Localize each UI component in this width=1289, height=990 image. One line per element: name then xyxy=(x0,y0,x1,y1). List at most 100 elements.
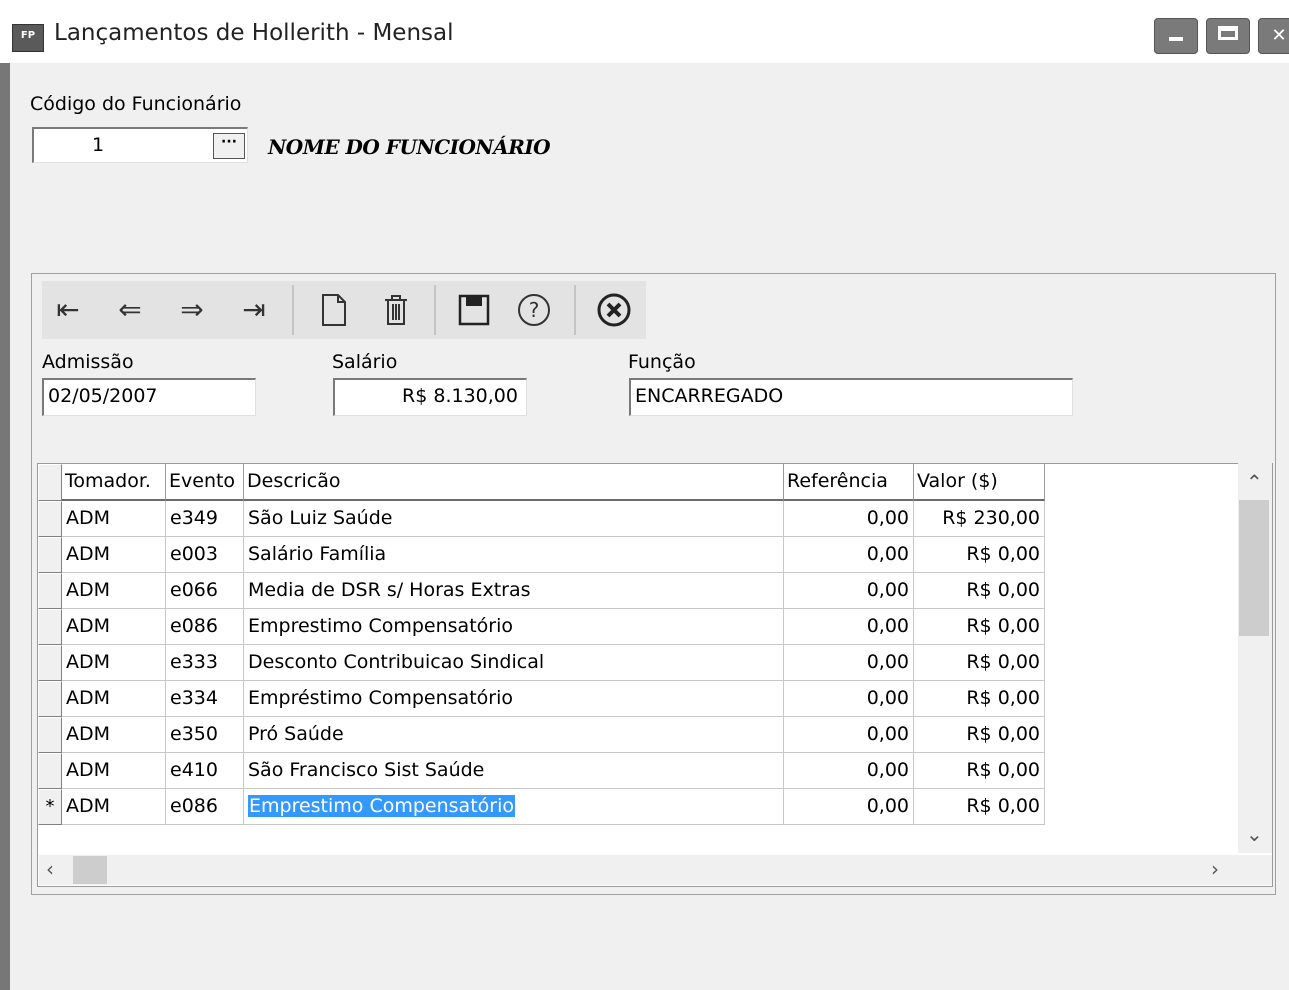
header-indicator xyxy=(38,464,62,501)
help-button[interactable]: ? xyxy=(510,287,558,333)
cell-referencia[interactable]: 0,00 xyxy=(784,753,914,789)
cell-descricao[interactable]: Emprestimo Compensatório xyxy=(244,789,784,825)
cell-valor[interactable]: R$ 0,00 xyxy=(914,753,1045,789)
cell-tomador[interactable]: ADM xyxy=(62,717,166,753)
admissao-value: 02/05/2007 xyxy=(48,385,158,407)
employee-lookup-button[interactable]: ··· xyxy=(213,133,245,159)
previous-record-button[interactable]: ⇐ xyxy=(106,287,154,333)
funcao-value: ENCARREGADO xyxy=(635,385,784,407)
cell-valor[interactable]: R$ 230,00 xyxy=(914,501,1045,537)
cell-tomador[interactable]: ADM xyxy=(62,573,166,609)
salario-field[interactable]: R$ 8.130,00 xyxy=(333,378,527,416)
cell-evento[interactable]: e086 xyxy=(166,609,244,645)
cell-descricao[interactable]: Media de DSR s/ Horas Extras xyxy=(244,573,784,609)
cell-evento[interactable]: e410 xyxy=(166,753,244,789)
scroll-left-icon[interactable]: ‹ xyxy=(46,857,54,881)
column-header-valor[interactable]: Valor ($) xyxy=(914,464,1045,501)
previous-record-icon: ⇐ xyxy=(118,293,142,326)
cell-referencia[interactable]: 0,00 xyxy=(784,645,914,681)
cell-evento[interactable]: e333 xyxy=(166,645,244,681)
next-record-button[interactable]: ⇒ xyxy=(168,287,216,333)
cell-descricao[interactable]: São Francisco Sist Saúde xyxy=(244,753,784,789)
cell-evento[interactable]: e350 xyxy=(166,717,244,753)
employee-name: NOME DO FUNCIONÁRIO xyxy=(268,135,551,159)
cell-referencia[interactable]: 0,00 xyxy=(784,609,914,645)
column-header-tomador[interactable]: Tomador. xyxy=(62,464,166,501)
row-indicator[interactable] xyxy=(38,609,62,645)
app-icon: FP xyxy=(12,24,44,52)
cell-valor[interactable]: R$ 0,00 xyxy=(914,789,1045,825)
horizontal-scroll-thumb[interactable] xyxy=(73,856,107,884)
column-header-evento[interactable]: Evento xyxy=(166,464,244,501)
close-form-button[interactable] xyxy=(590,287,638,333)
cell-tomador[interactable]: ADM xyxy=(62,537,166,573)
cell-evento[interactable]: e349 xyxy=(166,501,244,537)
cell-referencia[interactable]: 0,00 xyxy=(784,681,914,717)
row-indicator[interactable] xyxy=(38,717,62,753)
cell-referencia[interactable]: 0,00 xyxy=(784,573,914,609)
cell-evento[interactable]: e334 xyxy=(166,681,244,717)
cell-descricao[interactable]: Salário Família xyxy=(244,537,784,573)
cell-valor[interactable]: R$ 0,00 xyxy=(914,573,1045,609)
cell-descricao[interactable]: Pró Saúde xyxy=(244,717,784,753)
cell-tomador[interactable]: ADM xyxy=(62,789,166,825)
cell-evento[interactable]: e086 xyxy=(166,789,244,825)
cell-referencia[interactable]: 0,00 xyxy=(784,537,914,573)
row-indicator[interactable] xyxy=(38,753,62,789)
minimize-button[interactable] xyxy=(1154,18,1198,54)
employee-code-value: 1 xyxy=(92,134,105,156)
cell-valor[interactable]: R$ 0,00 xyxy=(914,645,1045,681)
cell-descricao[interactable]: Desconto Contribuicao Sindical xyxy=(244,645,784,681)
close-circle-icon xyxy=(597,293,631,327)
row-indicator[interactable] xyxy=(38,573,62,609)
scroll-down-icon[interactable]: ⌄ xyxy=(1246,822,1263,846)
admissao-field[interactable]: 02/05/2007 xyxy=(42,378,256,416)
save-icon xyxy=(458,294,490,326)
cell-valor[interactable]: R$ 0,00 xyxy=(914,537,1045,573)
close-button[interactable]: ✕ xyxy=(1258,18,1289,54)
cell-valor[interactable]: R$ 0,00 xyxy=(914,681,1045,717)
title-bar: FP Lançamentos de Hollerith - Mensal ✕ xyxy=(0,0,1289,63)
row-indicator[interactable] xyxy=(38,537,62,573)
admissao-label: Admissão xyxy=(42,351,134,373)
minimize-icon xyxy=(1169,37,1183,41)
scroll-up-icon[interactable]: ⌃ xyxy=(1246,470,1263,494)
new-record-button[interactable] xyxy=(310,287,358,333)
row-indicator[interactable] xyxy=(38,681,62,717)
scroll-right-icon[interactable]: › xyxy=(1211,857,1219,881)
maximize-button[interactable] xyxy=(1206,18,1250,54)
row-indicator[interactable] xyxy=(38,645,62,681)
employee-code-label: Código do Funcionário xyxy=(30,93,242,115)
cell-tomador[interactable]: ADM xyxy=(62,753,166,789)
cell-evento[interactable]: e003 xyxy=(166,537,244,573)
cell-valor[interactable]: R$ 0,00 xyxy=(914,717,1045,753)
next-record-icon: ⇒ xyxy=(180,293,204,326)
cell-tomador[interactable]: ADM xyxy=(62,645,166,681)
cell-tomador[interactable]: ADM xyxy=(62,681,166,717)
horizontal-scrollbar[interactable] xyxy=(39,855,1272,885)
cell-descricao[interactable]: Emprestimo Compensatório xyxy=(244,609,784,645)
save-button[interactable] xyxy=(450,287,498,333)
column-header-descricao[interactable]: Descricão xyxy=(244,464,784,501)
toolbar-separator xyxy=(574,285,576,335)
cell-tomador[interactable]: ADM xyxy=(62,609,166,645)
funcao-label: Função xyxy=(628,351,696,373)
cell-referencia[interactable]: 0,00 xyxy=(784,717,914,753)
row-indicator[interactable] xyxy=(38,501,62,537)
events-grid[interactable]: Tomador. Evento Descricão Referência Val… xyxy=(37,463,1273,887)
cell-referencia[interactable]: 0,00 xyxy=(784,501,914,537)
cell-descricao[interactable]: São Luiz Saúde xyxy=(244,501,784,537)
funcao-field[interactable]: ENCARREGADO xyxy=(629,378,1073,416)
vertical-scroll-thumb[interactable] xyxy=(1239,500,1269,636)
cell-valor[interactable]: R$ 0,00 xyxy=(914,609,1045,645)
delete-icon xyxy=(385,295,407,325)
last-record-button[interactable]: ⇥ xyxy=(230,287,278,333)
delete-record-button[interactable] xyxy=(372,287,420,333)
cell-referencia[interactable]: 0,00 xyxy=(784,789,914,825)
first-record-button[interactable]: ⇤ xyxy=(44,287,92,333)
cell-evento[interactable]: e066 xyxy=(166,573,244,609)
cell-tomador[interactable]: ADM xyxy=(62,501,166,537)
cell-descricao[interactable]: Empréstimo Compensatório xyxy=(244,681,784,717)
row-indicator[interactable]: * xyxy=(38,789,62,825)
column-header-referencia[interactable]: Referência xyxy=(784,464,914,501)
